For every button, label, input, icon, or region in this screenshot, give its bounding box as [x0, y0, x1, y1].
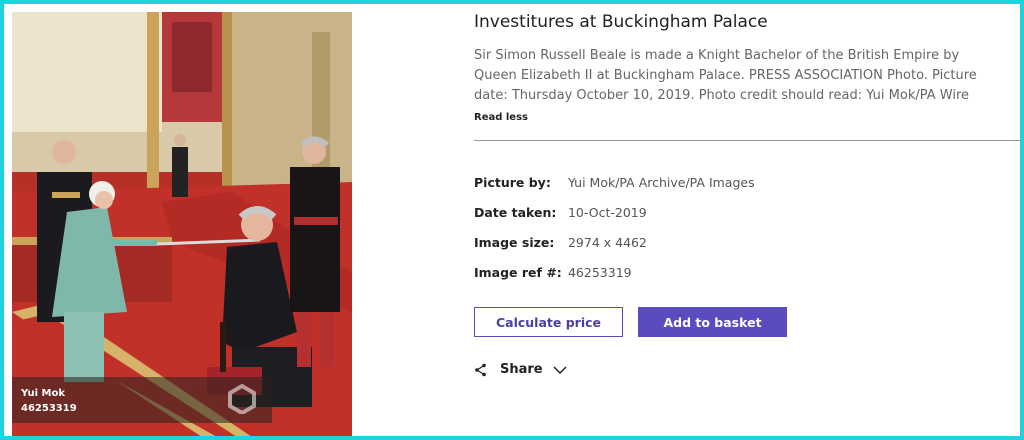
image-description: Sir Simon Russell Beale is made a Knight…	[474, 48, 977, 103]
meta-value: 2974 x 4462	[567, 235, 647, 250]
meta-image-size: Image size: 2974 x 4462	[474, 235, 647, 250]
meta-value: 46253319	[567, 265, 632, 280]
page-title: Investitures at Buckingham Palace	[474, 12, 768, 32]
share-label: Share	[500, 362, 543, 377]
meta-label: Date taken:	[474, 205, 557, 220]
investiture-photo[interactable]: Yui Mok 46253319	[12, 12, 352, 436]
share-button[interactable]: Share	[474, 362, 567, 377]
pa-images-watermark	[227, 384, 267, 434]
meta-picture-by: Picture by: Yui Mok/PA Archive/PA Images	[474, 175, 755, 190]
meta-label: Image size:	[474, 235, 555, 250]
meta-value: Yui Mok/PA Archive/PA Images	[567, 175, 755, 190]
share-icon	[475, 363, 486, 376]
pa-logo-icon	[228, 384, 256, 414]
meta-label: Image ref #:	[474, 265, 562, 280]
divider	[474, 140, 1020, 141]
read-less-link[interactable]: Read less	[474, 112, 528, 123]
page-frame: Yui Mok 46253319 Investitures at Bucking…	[4, 4, 1020, 436]
photo-illustration	[12, 12, 352, 436]
add-to-basket-button[interactable]: Add to basket	[638, 307, 787, 337]
meta-date-taken: Date taken: 10-Oct-2019	[474, 205, 647, 220]
calculate-price-button[interactable]: Calculate price	[474, 307, 623, 337]
meta-label: Picture by:	[474, 175, 551, 190]
chevron-down-icon	[553, 365, 567, 374]
meta-value: 10-Oct-2019	[567, 205, 647, 220]
meta-image-ref: Image ref #: 46253319	[474, 265, 632, 280]
